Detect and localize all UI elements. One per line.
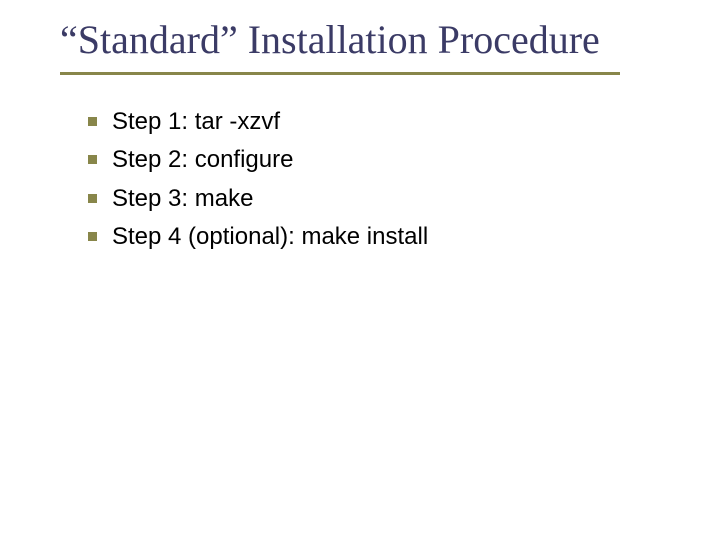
list-item: Step 4 (optional): make install	[112, 218, 680, 256]
step-text: Step 4 (optional): make install	[112, 223, 428, 250]
steps-list: Step 1: tar -xzvf Step 2: configure Step…	[60, 103, 680, 257]
title-underline	[60, 72, 620, 75]
list-item: Step 3: make	[112, 180, 680, 218]
slide-title: “Standard” Installation Procedure	[60, 18, 680, 62]
list-item: Step 2: configure	[112, 141, 680, 179]
list-item: Step 1: tar -xzvf	[112, 103, 680, 141]
step-text: Step 1: tar -xzvf	[112, 108, 280, 135]
slide: “Standard” Installation Procedure Step 1…	[0, 0, 720, 540]
step-text: Step 2: configure	[112, 146, 293, 173]
step-text: Step 3: make	[112, 185, 253, 212]
